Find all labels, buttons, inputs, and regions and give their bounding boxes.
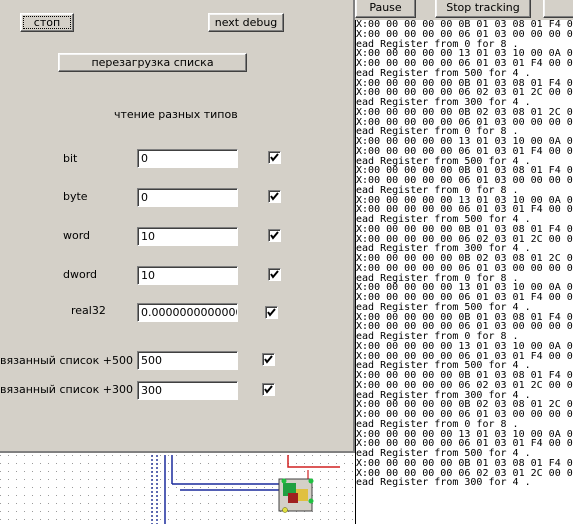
linked-list-300-label: связанный список +300	[0, 383, 133, 396]
checkmark-icon	[270, 192, 279, 201]
section-title: чтение разных типов	[114, 108, 238, 121]
real32-checkbox[interactable]	[265, 306, 278, 319]
linked-list-300-field[interactable]: 300	[137, 381, 238, 400]
real32-value-field[interactable]: 0.00000000000000	[137, 303, 238, 322]
linked-list-500-label: связанный список +500	[0, 354, 133, 367]
checkmark-icon	[264, 385, 273, 394]
toolbar-extra-button[interactable]	[543, 0, 573, 18]
dword-label: dword	[63, 268, 98, 281]
word-checkbox[interactable]	[268, 229, 281, 242]
bit-checkbox[interactable]	[268, 151, 281, 164]
stop-button[interactable]: стоп	[20, 13, 74, 32]
word-label: word	[63, 229, 91, 242]
linked-list-500-checkbox[interactable]	[262, 353, 275, 366]
dword-value-field[interactable]: 10	[137, 266, 238, 285]
linked-list-300-checkbox[interactable]	[262, 383, 275, 396]
next-debug-button[interactable]: next debug	[208, 13, 284, 32]
log-toolbar: Pause Stop tracking	[355, 0, 573, 20]
byte-label: byte	[63, 190, 88, 203]
checkmark-icon	[270, 153, 279, 162]
pause-button[interactable]: Pause	[355, 0, 416, 18]
stop-tracking-button[interactable]: Stop tracking	[435, 0, 531, 18]
wiring-diagram	[0, 455, 355, 524]
control-panel: стоп next debug перезагрузка списка чтен…	[0, 0, 355, 453]
bit-value-field[interactable]: 0	[137, 149, 238, 168]
checkmark-icon	[270, 270, 279, 279]
checkmark-icon	[264, 355, 273, 364]
modbus-log[interactable]: RX:00 00 00 00 00 0B 01 03 08 01 F4 00 0…	[355, 20, 573, 524]
log-line: Read Register from 300 for 4 .	[355, 477, 531, 489]
byte-value-field[interactable]: 0	[137, 188, 238, 207]
checkmark-icon	[267, 308, 276, 317]
diagram-canvas[interactable]	[0, 455, 355, 524]
dword-checkbox[interactable]	[268, 268, 281, 281]
bit-label: bit	[63, 152, 78, 165]
word-value-field[interactable]: 10	[137, 227, 238, 246]
byte-checkbox[interactable]	[268, 190, 281, 203]
checkmark-icon	[270, 231, 279, 240]
real32-label: real32	[71, 304, 106, 317]
reload-list-button[interactable]: перезагрузка списка	[58, 53, 247, 72]
linked-list-500-field[interactable]: 500	[137, 351, 238, 370]
